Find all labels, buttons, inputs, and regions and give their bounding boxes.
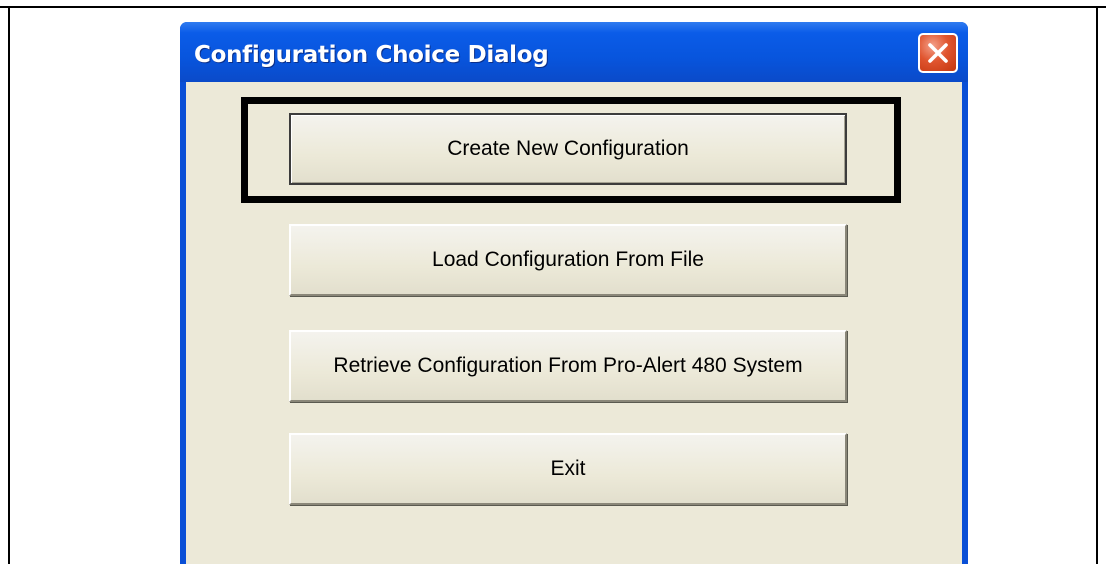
load-configuration-from-file-button[interactable]: Load Configuration From File	[289, 224, 847, 296]
close-button[interactable]	[918, 33, 958, 73]
title-bar[interactable]: Configuration Choice Dialog	[180, 22, 968, 82]
exit-button[interactable]: Exit	[289, 433, 847, 505]
highlight-rectangle	[241, 97, 901, 203]
close-icon	[928, 43, 948, 63]
document-frame-left	[8, 6, 10, 564]
document-frame-top	[0, 6, 1106, 8]
dialog-title: Configuration Choice Dialog	[194, 42, 549, 68]
retrieve-configuration-button[interactable]: Retrieve Configuration From Pro-Alert 48…	[289, 330, 847, 402]
document-frame-right	[1096, 6, 1098, 564]
